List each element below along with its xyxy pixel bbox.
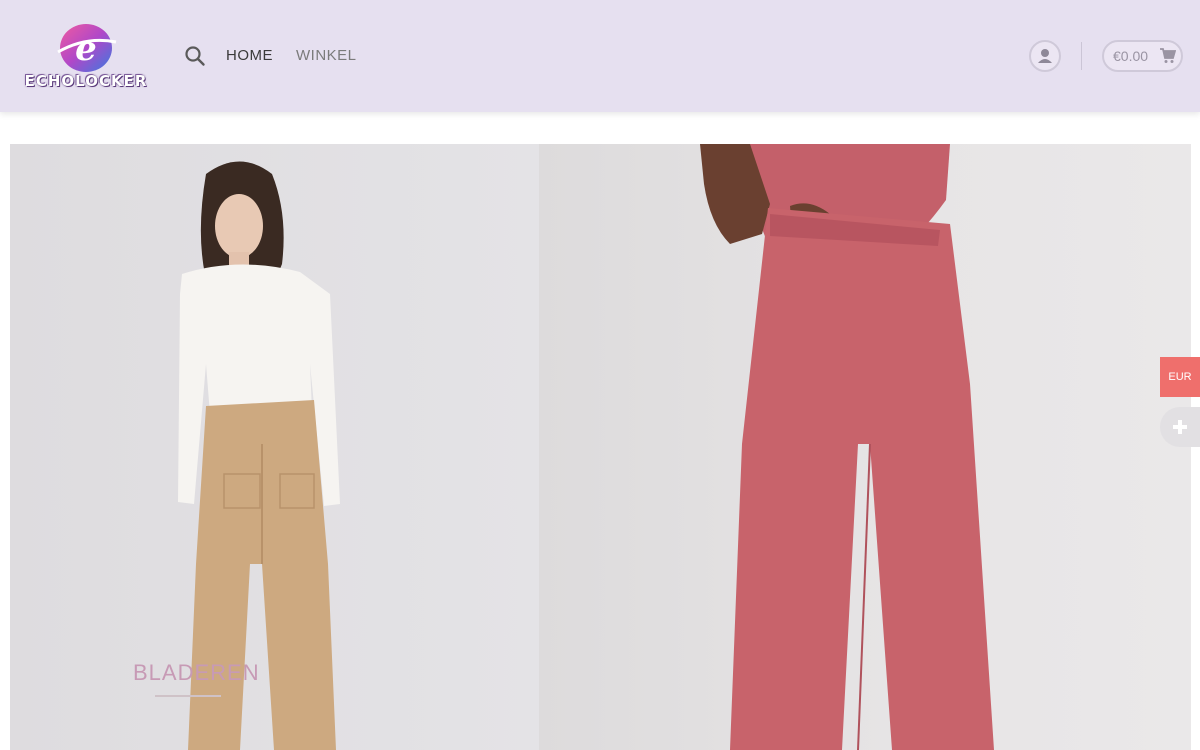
svg-text:e: e — [75, 29, 97, 69]
nav-shop-link[interactable]: WINKEL — [296, 47, 357, 64]
account-button[interactable] — [1029, 40, 1061, 72]
hero-browse-link[interactable]: BLADEREN — [133, 660, 260, 686]
model-right-figure — [700, 144, 994, 750]
cart-button[interactable]: €0.00 — [1102, 40, 1183, 72]
hero-banner[interactable]: BLADEREN — [10, 144, 1191, 750]
logo-emblem: e — [57, 24, 117, 72]
logo-wordmark: ECHOLOCKER — [24, 72, 148, 90]
search-icon[interactable] — [184, 45, 206, 67]
currency-switcher[interactable]: EUR — [1160, 357, 1200, 397]
echolocker-logo[interactable]: e ECHOLOCKER — [18, 18, 154, 94]
cart-total: €0.00 — [1113, 48, 1149, 64]
cart-icon — [1160, 48, 1176, 63]
caption-underline — [155, 695, 221, 697]
plus-icon — [1173, 420, 1187, 434]
header-divider — [1081, 42, 1082, 70]
user-icon — [1038, 49, 1052, 63]
expand-button[interactable] — [1160, 407, 1200, 447]
nav-home-link[interactable]: HOME — [226, 47, 273, 64]
site-header: e ECHOLOCKER HOME WINKEL €0.00 — [0, 0, 1200, 112]
